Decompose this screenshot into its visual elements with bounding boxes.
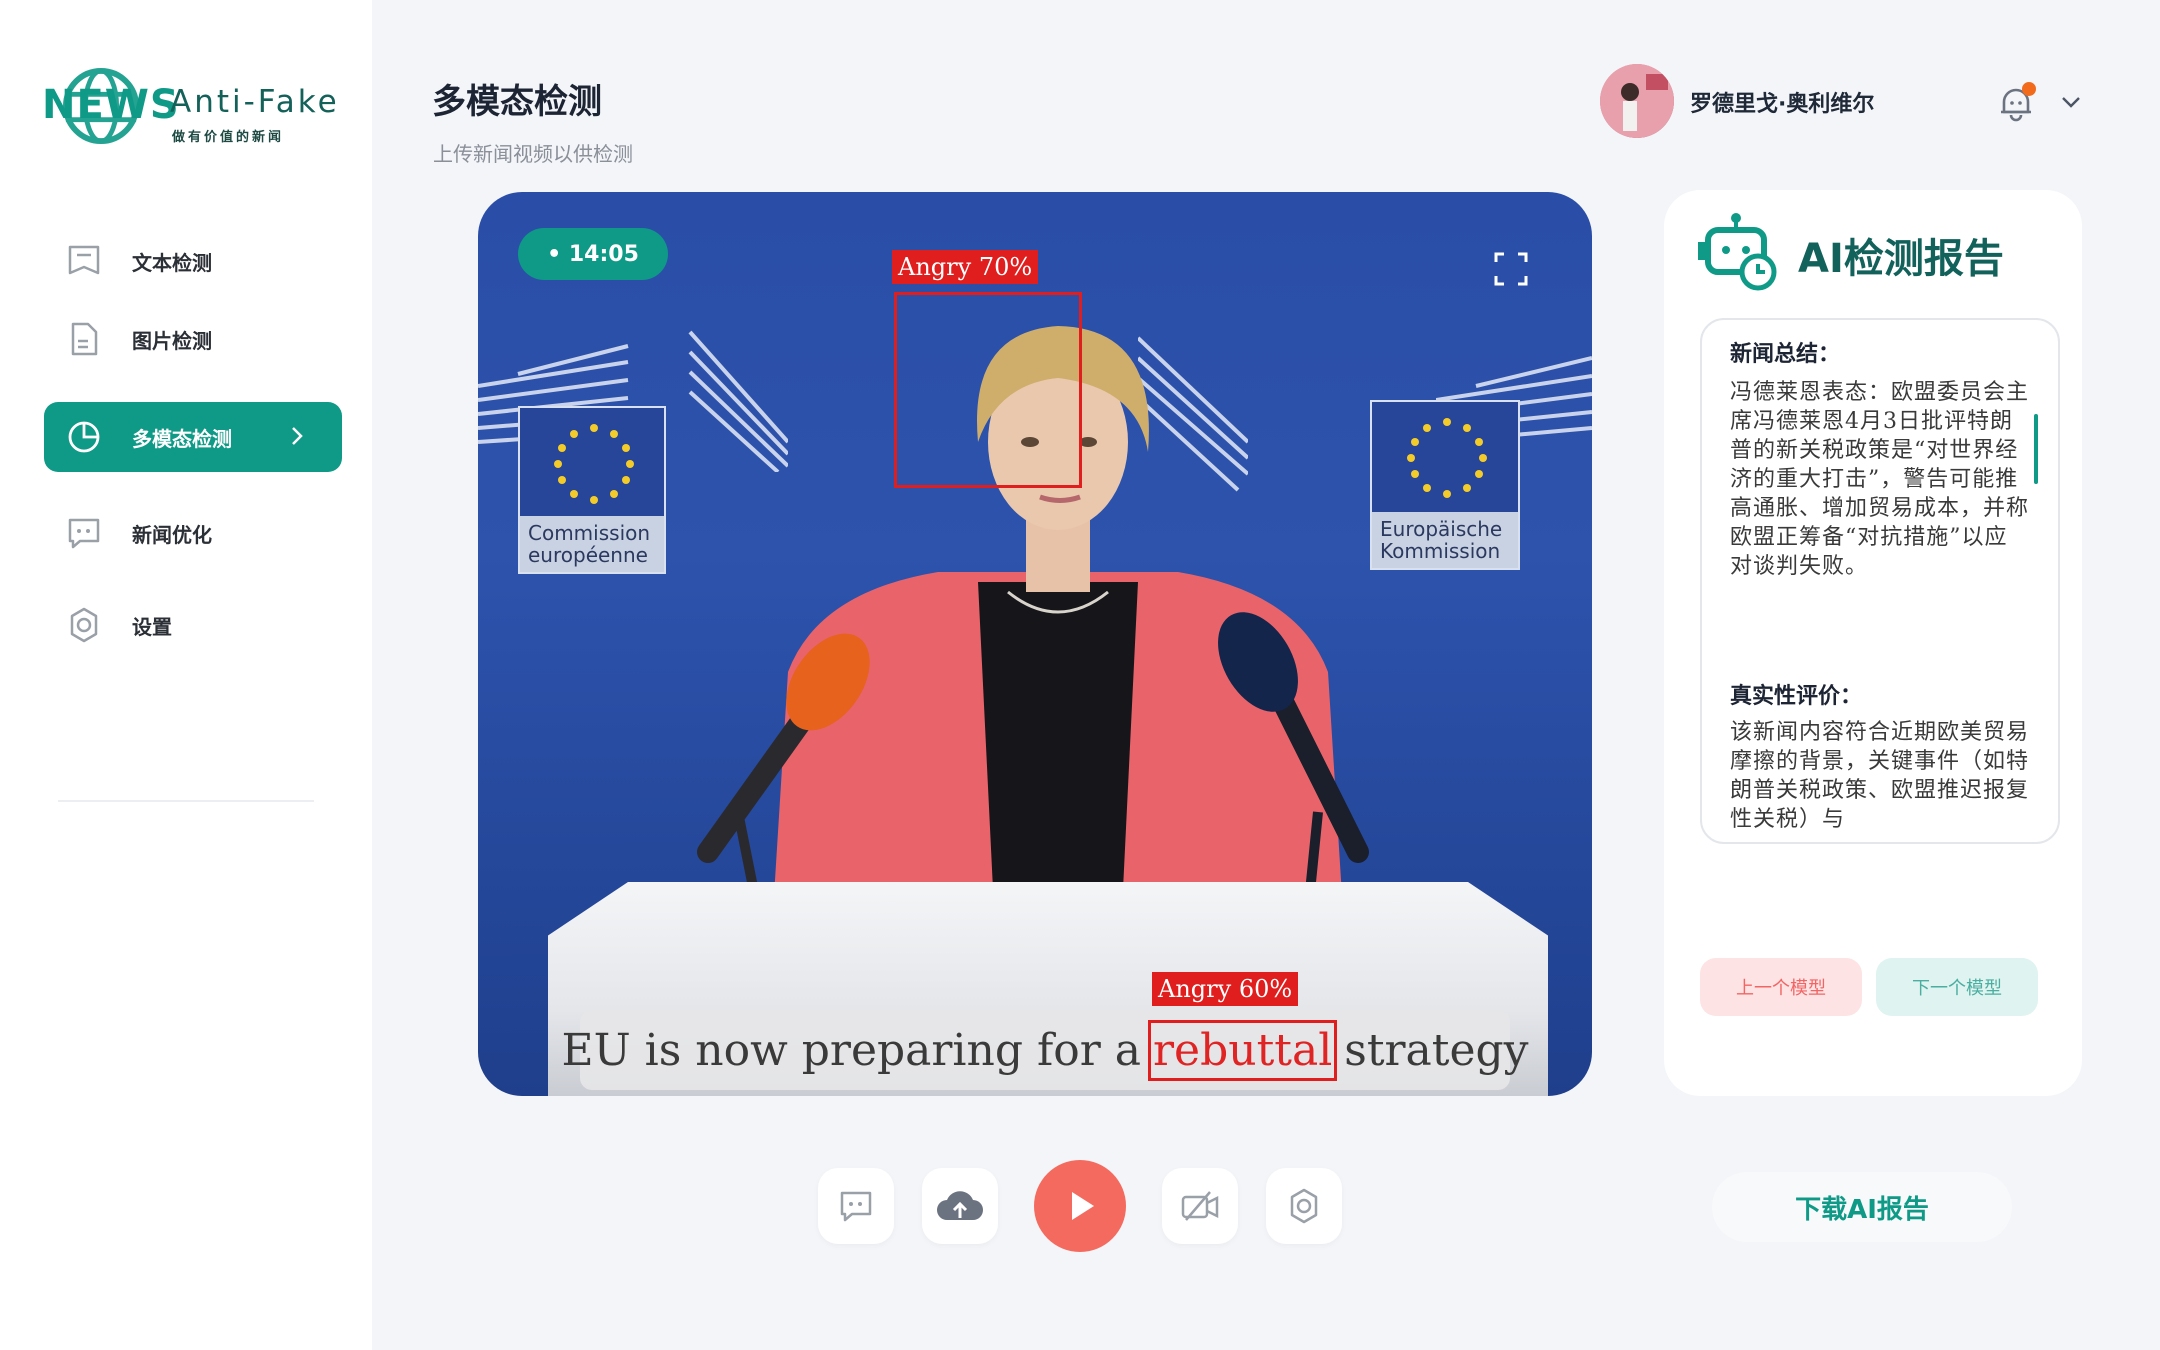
scrollbar[interactable] — [2034, 414, 2038, 484]
flag-doc-icon — [64, 241, 104, 281]
upload-button[interactable] — [922, 1168, 998, 1244]
chevron-right-icon — [292, 427, 303, 445]
eu-stars-icon — [554, 424, 634, 504]
summary-text: 冯德莱恩表态：欧盟委员会主席冯德莱恩4月3日批评特朗普的新关税政策是“对世界经济… — [1730, 380, 2030, 579]
page-title: 多模态检测 — [432, 82, 602, 122]
settings-button[interactable] — [1266, 1168, 1342, 1244]
sidebar-item-label: 新闻优化 — [132, 522, 212, 547]
page-subtitle: 上传新闻视频以供检测 — [433, 142, 633, 166]
next-model-button[interactable]: 下一个模型 — [1876, 958, 2038, 1016]
subtitle-text-after: strategy — [1344, 1024, 1529, 1076]
summary-heading: 新闻总结： — [1730, 342, 1841, 367]
timestamp-badge: • 14:05 — [518, 228, 668, 280]
logo-slogan: 做有价值的新闻 — [172, 130, 285, 145]
chevron-down-icon[interactable] — [2060, 94, 2082, 110]
logo-news-text: NEWS — [42, 82, 180, 128]
evaluation-heading: 真实性评价： — [1730, 684, 1863, 709]
sidebar-item-label: 文本检测 — [132, 250, 212, 275]
sidebar-item-label: 设置 — [132, 614, 172, 639]
previous-model-button[interactable]: 上一个模型 — [1700, 958, 1862, 1016]
user-name[interactable]: 罗德里戈·奥利维尔 — [1690, 86, 1874, 118]
chat-icon — [64, 513, 104, 553]
microphones — [697, 612, 1369, 912]
subtitle-text-before: EU is now preparing for a — [561, 1024, 1142, 1076]
camera-button[interactable] — [1162, 1168, 1238, 1244]
report-content[interactable]: 新闻总结： 冯德莱恩表态：欧盟委员会主席冯德莱恩4月3日批评特朗普的新关税政策是… — [1700, 318, 2060, 844]
sidebar-divider — [58, 800, 314, 802]
sidebar-item-multimodal-detection[interactable]: 多模态检测 — [44, 402, 342, 472]
evaluation-text: 该新闻内容符合近期欧美贸易摩擦的背景，关键事件（如特朗普关税政策、欧盟推迟报复性… — [1730, 720, 2030, 832]
video-player[interactable]: Commission européenne Europäische Kommis… — [478, 192, 1592, 1096]
play-button[interactable] — [1034, 1160, 1126, 1252]
face-detection-box — [894, 292, 1082, 488]
sidebar-item-text-detection[interactable]: 文本检测 — [44, 226, 342, 296]
avatar-image — [1600, 64, 1674, 138]
avatar[interactable] — [1600, 64, 1674, 138]
document-icon — [64, 319, 104, 359]
cloud-upload-icon — [937, 1191, 983, 1220]
gear-icon — [1290, 1188, 1318, 1224]
report-title: AI检测报告 — [1798, 236, 2004, 282]
sidebar-item-settings[interactable]: 设置 — [44, 590, 342, 660]
sidebar-item-news-optimization[interactable]: 新闻优化 — [44, 498, 342, 568]
fullscreen-icon[interactable] — [1494, 252, 1528, 286]
face-emotion-label: Angry 70% — [892, 250, 1039, 284]
eu-flag-left: Commission européenne — [518, 406, 666, 574]
sidebar-item-label: 图片检测 — [132, 328, 212, 353]
pie-chart-icon — [64, 417, 104, 457]
robot-icon — [1698, 213, 1777, 291]
sidebar: NEWS Anti-Fake 做有价值的新闻 文本检测 图片检测 多模态检测 新… — [0, 0, 372, 1350]
play-icon — [1072, 1192, 1094, 1220]
word-emotion-label: Angry 60% — [1152, 972, 1299, 1006]
comment-button[interactable] — [818, 1168, 894, 1244]
notification-badge — [2022, 82, 2036, 96]
logo-title: Anti-Fake — [170, 84, 340, 120]
sidebar-item-image-detection[interactable]: 图片检测 — [44, 304, 342, 374]
subtitle-highlight-word: rebuttal — [1148, 1019, 1338, 1081]
logo: NEWS Anti-Fake 做有价值的新闻 — [42, 64, 372, 154]
subtitle-bar: EU is now preparing for a rebuttal strat… — [561, 1010, 1529, 1090]
sidebar-item-label: 多模态检测 — [132, 426, 232, 451]
download-report-button[interactable]: 下载AI报告 — [1712, 1172, 2012, 1242]
video-camera-off-icon — [1181, 1191, 1219, 1221]
chat-icon — [840, 1191, 872, 1222]
gear-icon — [64, 605, 104, 645]
